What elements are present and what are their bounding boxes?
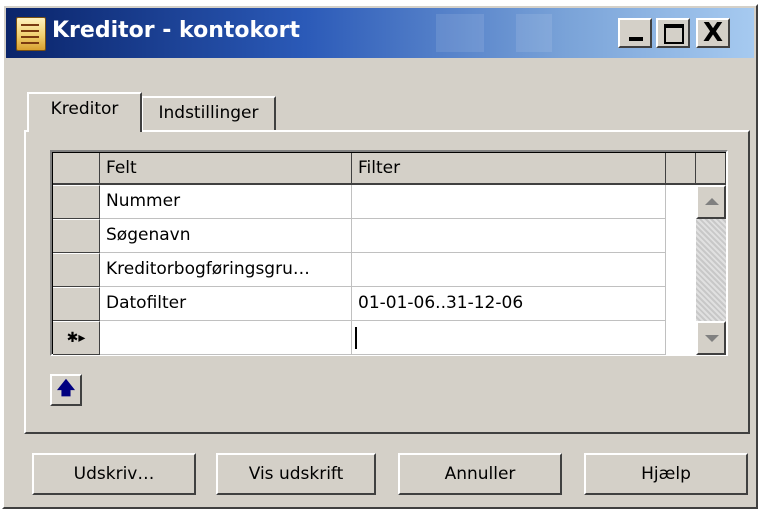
close-button[interactable]: X <box>696 18 730 48</box>
maximize-button[interactable] <box>656 18 690 48</box>
app-icon[interactable] <box>16 17 46 51</box>
table-row: Søgenavn <box>53 219 696 253</box>
cell-filter[interactable] <box>352 253 666 287</box>
close-icon: X <box>702 18 724 48</box>
table-row: Datofilter 01-01-06..31-12-06 <box>53 287 696 321</box>
vertical-scrollbar[interactable] <box>696 185 726 355</box>
title-bar[interactable]: Kreditor - kontokort X <box>6 8 754 58</box>
new-row-felt-input[interactable] <box>100 321 352 355</box>
table-row: Nummer <box>53 185 696 219</box>
cell-filter[interactable] <box>352 185 666 219</box>
column-header-filter[interactable]: Filter <box>352 153 666 185</box>
cell-felt[interactable]: Søgenavn <box>100 219 352 253</box>
new-row-filter-input[interactable] <box>352 321 666 355</box>
column-header-extra[interactable] <box>666 153 696 185</box>
cell-filter[interactable] <box>352 219 666 253</box>
new-row: ✱▸ <box>53 321 696 355</box>
text-caret <box>355 327 357 349</box>
filter-grid: Felt Filter Nummer Søgenavn Kreditorbogf… <box>50 150 728 356</box>
new-row-marker-icon[interactable]: ✱▸ <box>53 321 100 355</box>
grid-corner-header[interactable] <box>53 153 100 185</box>
window-title: Kreditor - kontokort <box>52 18 301 43</box>
scroll-up-icon[interactable] <box>696 185 726 219</box>
table-row: Kreditorbogføringsgru… <box>53 253 696 287</box>
arrow-up-icon[interactable]: 🡅 <box>50 374 82 406</box>
scroll-down-icon[interactable] <box>696 321 726 355</box>
row-selector[interactable] <box>53 253 100 287</box>
row-selector[interactable] <box>53 185 100 219</box>
row-selector[interactable] <box>53 287 100 321</box>
tab-indstillinger[interactable]: Indstillinger <box>142 96 276 130</box>
print-preview-button[interactable]: Vis udskrift <box>216 453 376 495</box>
row-selector[interactable] <box>53 219 100 253</box>
column-header-felt[interactable]: Felt <box>100 153 352 185</box>
minimize-button[interactable] <box>618 18 652 48</box>
print-button[interactable]: Udskriv… <box>32 453 196 495</box>
help-button[interactable]: Hjælp <box>584 453 748 495</box>
column-header-scroll[interactable] <box>696 153 726 185</box>
cell-filter[interactable]: 01-01-06..31-12-06 <box>352 287 666 321</box>
tab-kreditor[interactable]: Kreditor <box>27 92 142 132</box>
cell-felt[interactable]: Datofilter <box>100 287 352 321</box>
cell-felt[interactable]: Nummer <box>100 185 352 219</box>
cancel-button[interactable]: Annuller <box>398 453 562 495</box>
cell-felt[interactable]: Kreditorbogføringsgru… <box>100 253 352 287</box>
